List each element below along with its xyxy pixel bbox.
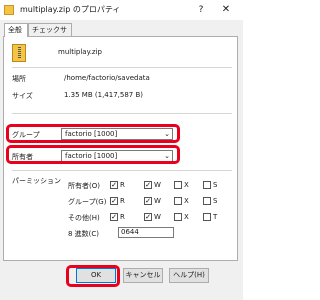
perm-other-label: その他(H): [68, 214, 100, 222]
perm-t-label: T: [213, 213, 218, 221]
perm-other-x-checkbox[interactable]: [174, 213, 182, 221]
perm-w-label: W: [154, 213, 161, 221]
perm-owner-s-checkbox[interactable]: [203, 181, 211, 189]
perm-owner-r-checkbox[interactable]: ✓: [110, 181, 118, 189]
zip-file-icon: [12, 44, 26, 62]
help-icon[interactable]: ?: [190, 2, 212, 18]
divider: [12, 113, 232, 114]
perm-x-label: X: [184, 181, 189, 189]
size-value: 1.35 MB (1,417,587 B): [64, 91, 143, 99]
perm-owner-w-checkbox[interactable]: ✓: [144, 181, 152, 189]
perm-owner-label: 所有者(O): [68, 182, 100, 190]
filename-field[interactable]: multiplay.zip: [58, 46, 230, 58]
perm-s-label: S: [213, 181, 218, 189]
tab-checksum[interactable]: チェックサム: [28, 23, 72, 46]
perm-r-label: R: [120, 197, 125, 205]
perm-group-x-checkbox[interactable]: [174, 197, 182, 205]
divider: [12, 67, 232, 68]
perm-other-t-checkbox[interactable]: [203, 213, 211, 221]
help-button[interactable]: ヘルプ(H): [169, 268, 209, 283]
perm-group-label: グループ(G): [68, 198, 107, 206]
perm-r-label: R: [120, 181, 125, 189]
octal-label: 8 進数(C): [68, 230, 100, 238]
dialog-body: 全般 チェックサム multiplay.zip 場所 /home/factori…: [0, 20, 243, 300]
general-panel: multiplay.zip 場所 /home/factorio/savedata…: [3, 36, 238, 261]
permissions-label: パーミッション: [12, 177, 61, 185]
owner-label: 所有者: [12, 153, 33, 161]
perm-w-label: W: [154, 181, 161, 189]
perm-owner-x-checkbox[interactable]: [174, 181, 182, 189]
group-value: factorio [1000]: [65, 130, 118, 138]
perm-w-label: W: [154, 197, 161, 205]
tab-general[interactable]: 全般: [4, 23, 28, 37]
chevron-down-icon: ⌄: [164, 152, 170, 160]
perm-r-label: R: [120, 213, 125, 221]
octal-input[interactable]: 0644: [118, 227, 174, 238]
close-icon[interactable]: ✕: [215, 2, 237, 18]
perm-group-w-checkbox[interactable]: ✓: [144, 197, 152, 205]
perm-x-label: X: [184, 197, 189, 205]
perm-other-r-checkbox[interactable]: ✓: [110, 213, 118, 221]
perm-x-label: X: [184, 213, 189, 221]
cancel-button[interactable]: キャンセル: [123, 268, 163, 283]
owner-value: factorio [1000]: [65, 152, 118, 160]
group-label: グループ: [12, 131, 40, 139]
group-select[interactable]: factorio [1000] ⌄: [61, 128, 173, 140]
location-label: 場所: [12, 75, 26, 83]
owner-select[interactable]: factorio [1000] ⌄: [61, 150, 173, 162]
window-title: multiplay.zip のプロパティ: [20, 5, 121, 14]
perm-group-s-checkbox[interactable]: [203, 197, 211, 205]
chevron-down-icon: ⌄: [164, 130, 170, 138]
size-label: サイズ: [12, 92, 33, 100]
perm-s-label: S: [213, 197, 218, 205]
divider: [12, 170, 232, 171]
perm-other-w-checkbox[interactable]: ✓: [144, 213, 152, 221]
perm-group-r-checkbox[interactable]: ✓: [110, 197, 118, 205]
location-value: /home/factorio/savedata: [64, 74, 150, 82]
ok-button[interactable]: OK: [76, 268, 116, 283]
title-bar: multiplay.zip のプロパティ ? ✕: [0, 0, 243, 20]
zip-file-icon: [4, 5, 14, 15]
